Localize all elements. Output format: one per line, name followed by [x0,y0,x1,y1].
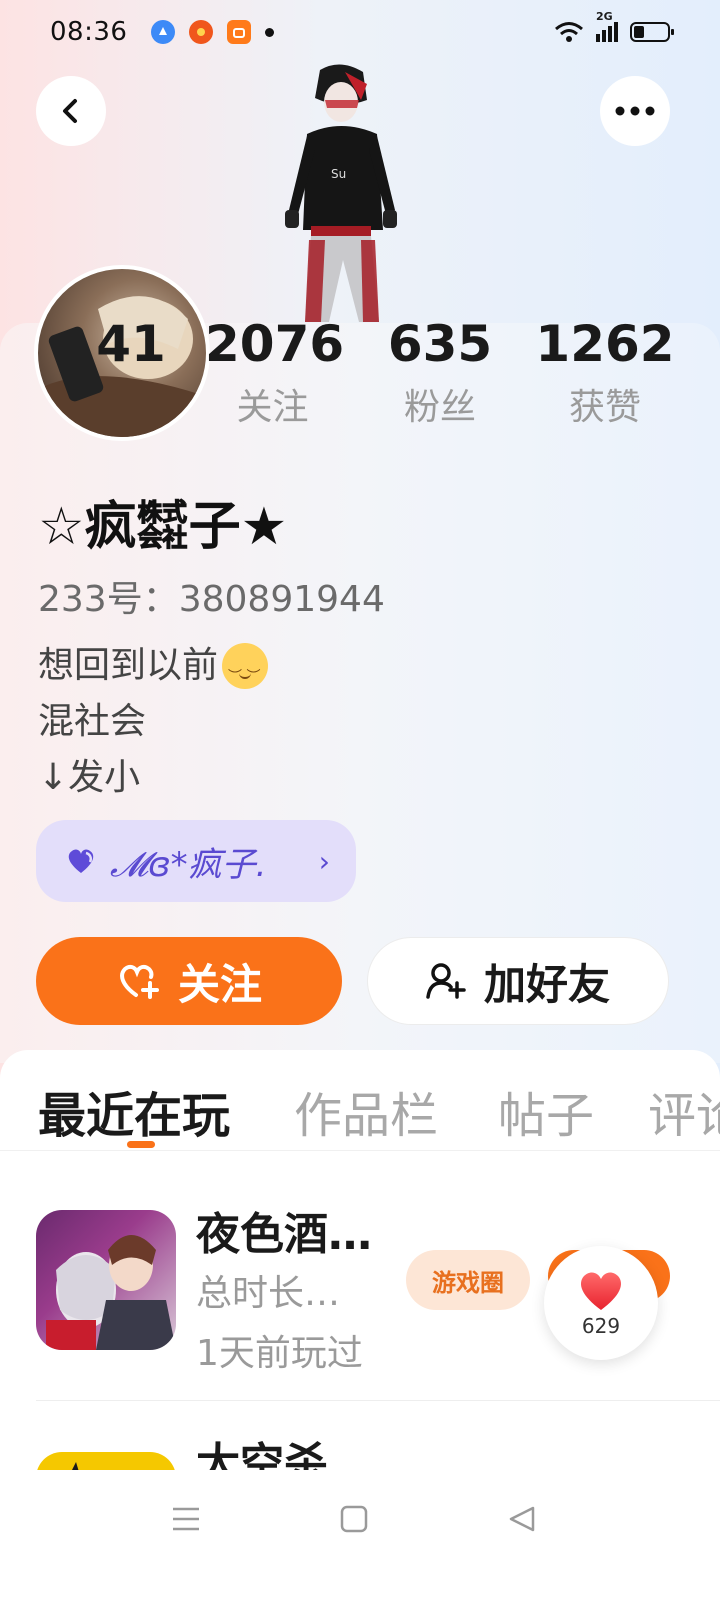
game-last-played: 1天前玩过 [196,1333,363,1374]
likes-count: 1262 [535,315,675,373]
chevron-left-icon [63,99,77,123]
bio-line: ↓发小 [38,757,141,798]
tab-works[interactable]: 作品栏 [294,1076,438,1146]
stat-fans[interactable]: 635 粉丝 [380,316,500,430]
divider [36,1400,720,1401]
tab-recently-played[interactable]: 最近在玩 [38,1076,230,1146]
status-bar: 08:36 2G [0,0,720,64]
home-icon[interactable] [338,1503,370,1535]
back-button[interactable] [36,76,106,146]
like-count: 629 [581,1314,621,1338]
add-friend-label: 加好友 [483,959,610,1009]
stat-likes[interactable]: 1262 获赞 [530,316,680,430]
more-button[interactable] [600,76,670,146]
likes-label: 获赞 [568,387,641,428]
network-type: 2G [596,10,613,23]
svg-text:Su: Su [331,167,346,181]
fans-count: 635 [387,315,493,373]
heart-icon [580,1272,622,1310]
user-id[interactable]: 233号：380891944 [38,570,385,622]
red-app-icon [189,20,214,44]
bio-line: 想回到以前 [38,645,219,686]
stat-visits[interactable]: 41 [86,316,176,386]
add-friend-button[interactable]: 加好友 [367,937,669,1025]
game-title[interactable]: 太空杀 [196,1428,328,1470]
active-tab-indicator [127,1141,155,1148]
follow-button[interactable]: 关注 [36,937,342,1025]
stat-following[interactable]: 2076 关注 [205,315,345,430]
more-dots-icon [615,106,655,116]
relieved-face-emoji-icon [222,643,269,705]
game-circle-button[interactable]: 游戏圈 [406,1250,530,1310]
bio-line: 混社会 [38,701,147,742]
notification-icons [151,20,275,44]
following-count: 2076 [205,315,345,373]
fan-badge-text: 𝓜ɞ*疯子. [110,844,267,885]
status-time: 08:36 [50,17,128,47]
divider [0,1150,720,1151]
fans-label: 粉丝 [403,387,476,428]
system-nav-bar [0,1470,720,1600]
visits-count: 41 [96,315,166,373]
battery-icon [630,22,674,42]
orange-app-icon [227,20,252,44]
menu-icon[interactable] [170,1503,202,1535]
tab-comments[interactable]: 评论 [648,1076,720,1136]
tab-posts[interactable]: 帖子 [498,1076,594,1146]
wifi-icon [555,22,583,42]
heart-icon [68,849,94,873]
like-floating-button[interactable]: 629 [544,1246,658,1360]
add-user-icon [426,961,466,1001]
game-icon[interactable] [36,1210,176,1350]
following-label: 关注 [236,387,309,428]
chevron-right-icon: › [318,844,330,878]
game-playtime: 总时长… [196,1273,341,1314]
cell-signal-icon: 2G [596,10,618,42]
heart-plus-icon [116,961,160,1001]
tab-comments-clip: 评论 [648,1076,720,1136]
nickname: ☆疯㍿子★ [38,497,288,557]
more-notifications-dot-icon [265,27,275,37]
fan-group-badge[interactable]: 𝓜ɞ*疯子. › [36,820,356,902]
status-right: 2G [554,10,674,43]
bio: 想回到以前 混社会 ↓发小 [38,638,269,806]
back-icon[interactable] [506,1503,538,1535]
avatar-3d-figure[interactable]: Su [275,60,405,325]
follow-button-label: 关注 [177,959,262,1009]
blue-app-icon [151,20,176,44]
game-title[interactable]: 夜色酒… [196,1198,372,1262]
